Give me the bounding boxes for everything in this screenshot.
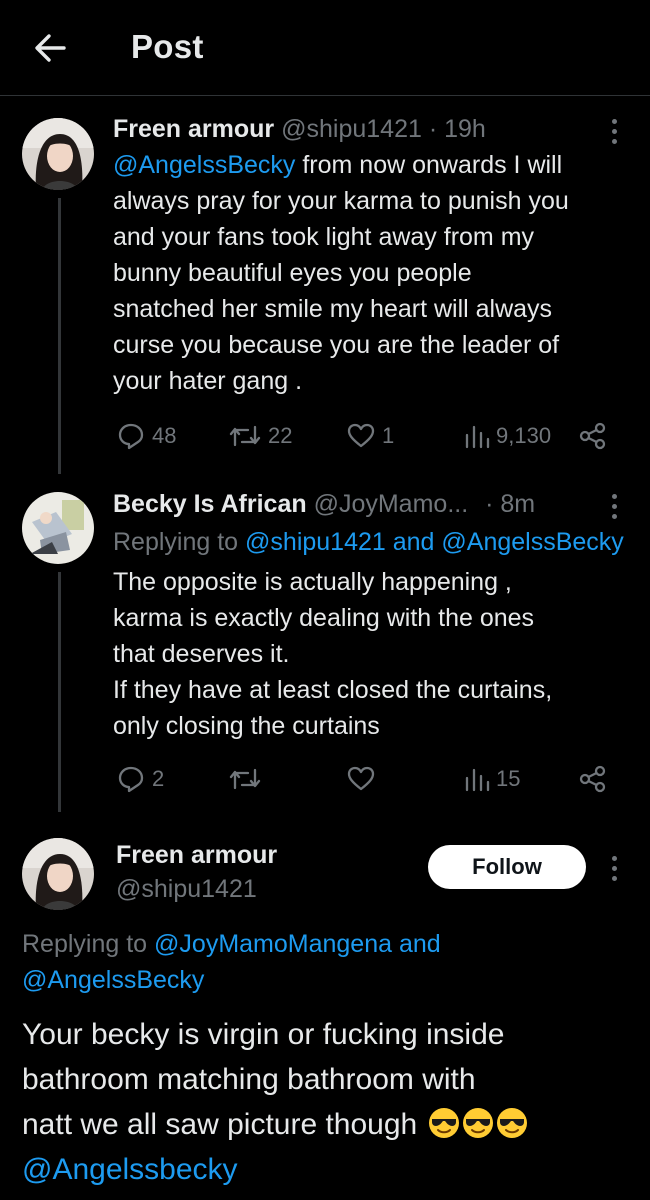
reply-button[interactable]: 2 xyxy=(116,763,164,795)
mention-link[interactable]: @Angelssbecky xyxy=(22,1153,238,1186)
replying-to-link[interactable]: @AngelssBecky xyxy=(22,966,204,994)
avatar[interactable] xyxy=(22,118,94,190)
views-button[interactable]: 15 xyxy=(464,763,520,795)
reply-button[interactable]: 48 xyxy=(116,420,176,452)
tweet-text: @AngelssBecky from now onwards I will al… xyxy=(113,151,569,395)
timestamp[interactable]: · 8m xyxy=(485,490,535,518)
mention-link[interactable]: @AngelssBecky xyxy=(113,151,295,179)
sunglasses-emoji-icon xyxy=(462,1108,493,1138)
author-name[interactable]: Freen armour xyxy=(116,838,277,872)
more-options-icon[interactable] xyxy=(604,116,624,146)
analytics-icon xyxy=(465,768,490,792)
author-handle[interactable]: @shipu1421 xyxy=(116,872,257,906)
sunglasses-emoji-icon xyxy=(428,1108,459,1138)
tweet-header: Freen armour @shipu1421 · 19h xyxy=(113,112,486,146)
replying-to: Replying to @shipu1421 and @AngelssBecky xyxy=(113,528,624,556)
reply-count: 48 xyxy=(152,423,177,448)
page-title: Post xyxy=(131,28,204,65)
repost-count: 22 xyxy=(268,423,293,448)
share-icon xyxy=(579,765,606,793)
tweet-text: The opposite is actually happening , kar… xyxy=(113,568,553,740)
share-button[interactable] xyxy=(578,420,608,452)
follow-button[interactable]: Follow xyxy=(428,845,586,889)
repost-icon xyxy=(229,768,261,790)
repost-icon xyxy=(229,425,261,447)
share-icon xyxy=(579,422,606,450)
like-button[interactable] xyxy=(346,763,376,795)
author-name[interactable]: Freen armour xyxy=(113,115,274,143)
avatar[interactable] xyxy=(22,492,94,564)
heart-icon xyxy=(347,423,375,448)
avatar[interactable] xyxy=(22,838,94,910)
repost-button[interactable] xyxy=(228,763,262,795)
more-options-icon[interactable] xyxy=(604,853,624,883)
replying-to: Replying to @JoyMamoMangena and xyxy=(22,930,441,958)
tweet-header: Becky Is African @JoyMamo... · 8m xyxy=(113,487,535,521)
back-arrow-icon[interactable] xyxy=(30,28,70,68)
more-options-icon[interactable] xyxy=(604,491,624,521)
repost-button[interactable]: 22 xyxy=(228,420,292,452)
view-count: 9,130 xyxy=(496,423,552,448)
thread-line xyxy=(58,198,61,474)
reply-icon xyxy=(118,423,144,450)
post-text: Your becky is virgin or fucking inside b… xyxy=(22,1012,528,1192)
replying-to-link[interactable]: @JoyMamoMangena and xyxy=(154,930,441,958)
replying-to-continued: @AngelssBecky xyxy=(22,963,204,997)
thread-line xyxy=(58,572,61,812)
like-count: 1 xyxy=(382,423,395,448)
heart-icon xyxy=(347,766,375,791)
reply-count: 2 xyxy=(152,766,165,791)
sunglasses-emoji-icon xyxy=(496,1108,527,1138)
author-name[interactable]: Becky Is African xyxy=(113,490,307,518)
like-button[interactable]: 1 xyxy=(346,420,394,452)
reply-icon xyxy=(118,766,144,793)
view-count: 15 xyxy=(496,766,521,791)
views-button[interactable]: 9,130 xyxy=(464,420,551,452)
timestamp[interactable]: · 19h xyxy=(429,115,486,143)
author-handle[interactable]: @JoyMamo... xyxy=(314,490,469,518)
share-button[interactable] xyxy=(578,763,608,795)
replying-to-link[interactable]: @shipu1421 and @AngelssBecky xyxy=(245,528,624,556)
author-handle[interactable]: @shipu1421 xyxy=(281,115,422,143)
analytics-icon xyxy=(465,425,490,449)
top-bar: Post xyxy=(0,0,650,96)
